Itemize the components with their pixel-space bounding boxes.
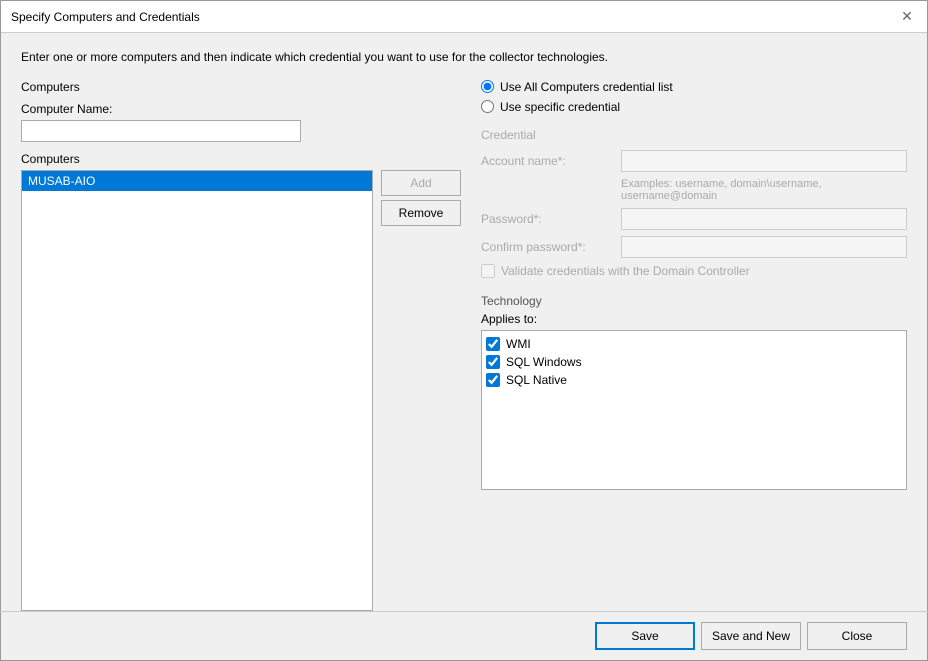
sql-windows-label: SQL Windows (506, 355, 582, 369)
tech-item-sql-windows: SQL Windows (486, 353, 902, 371)
dialog: Specify Computers and Credentials ✕ Ente… (0, 0, 928, 661)
remove-button[interactable]: Remove (381, 200, 461, 226)
confirm-password-input[interactable] (621, 236, 907, 258)
tech-item-wmi: WMI (486, 335, 902, 353)
tech-item-sql-native: SQL Native (486, 371, 902, 389)
password-row: Password*: (481, 208, 907, 230)
account-name-row: Account name*: (481, 150, 907, 172)
credential-section-title: Credential (481, 128, 907, 142)
use-specific-credential-label[interactable]: Use specific credential (500, 100, 620, 114)
add-button[interactable]: Add (381, 170, 461, 196)
list-item[interactable]: MUSAB-AIO (22, 171, 372, 191)
use-all-computers-label[interactable]: Use All Computers credential list (500, 80, 673, 94)
validate-row: Validate credentials with the Domain Con… (481, 264, 907, 278)
confirm-password-row: Confirm password*: (481, 236, 907, 258)
use-specific-row: Use specific credential (481, 100, 907, 114)
list-buttons: Add Remove (381, 170, 461, 611)
use-all-computers-radio[interactable] (481, 80, 494, 93)
title-bar: Specify Computers and Credentials ✕ (1, 1, 927, 33)
computers-list-area: MUSAB-AIO Add Remove (21, 170, 461, 611)
radio-group: Use All Computers credential list Use sp… (481, 80, 907, 114)
sql-native-checkbox[interactable] (486, 373, 500, 387)
technology-section-title: Technology (481, 294, 907, 308)
use-specific-credential-radio[interactable] (481, 100, 494, 113)
dialog-footer: Save Save and New Close (1, 612, 927, 660)
dialog-title: Specify Computers and Credentials (11, 10, 200, 24)
computer-name-field-label: Computer Name: (21, 102, 461, 116)
credential-section: Credential Account name*: Examples: user… (481, 128, 907, 278)
save-and-new-button[interactable]: Save and New (701, 622, 801, 650)
technology-section: Technology Applies to: WMI SQL Windows (481, 294, 907, 490)
technology-listbox: WMI SQL Windows SQL Native (481, 330, 907, 490)
description-text: Enter one or more computers and then ind… (21, 49, 907, 66)
computer-name-input[interactable] (21, 120, 301, 142)
account-name-input[interactable] (621, 150, 907, 172)
right-panel: Use All Computers credential list Use sp… (481, 80, 907, 611)
save-button[interactable]: Save (595, 622, 695, 650)
account-name-label: Account name*: (481, 154, 621, 168)
close-icon[interactable]: ✕ (897, 7, 917, 27)
confirm-password-label: Confirm password*: (481, 240, 621, 254)
examples-text: Examples: username, domain\username, use… (621, 178, 907, 202)
sql-native-label: SQL Native (506, 373, 567, 387)
sql-windows-checkbox[interactable] (486, 355, 500, 369)
validate-checkbox[interactable] (481, 264, 495, 278)
use-all-computers-row: Use All Computers credential list (481, 80, 907, 94)
password-label: Password*: (481, 212, 621, 226)
dialog-body: Enter one or more computers and then ind… (1, 33, 927, 611)
computers-list-label: Computers (21, 152, 461, 166)
password-input[interactable] (621, 208, 907, 230)
computers-section-label: Computers (21, 80, 461, 94)
main-content: Computers Computer Name: Computers MUSAB… (21, 80, 907, 611)
applies-to-label: Applies to: (481, 312, 907, 326)
wmi-checkbox[interactable] (486, 337, 500, 351)
wmi-label: WMI (506, 337, 531, 351)
computers-listbox[interactable]: MUSAB-AIO (21, 170, 373, 611)
left-panel: Computers Computer Name: Computers MUSAB… (21, 80, 461, 611)
close-button[interactable]: Close (807, 622, 907, 650)
computer-name-label-text: Computer Name: (21, 102, 112, 116)
validate-label: Validate credentials with the Domain Con… (501, 264, 750, 278)
